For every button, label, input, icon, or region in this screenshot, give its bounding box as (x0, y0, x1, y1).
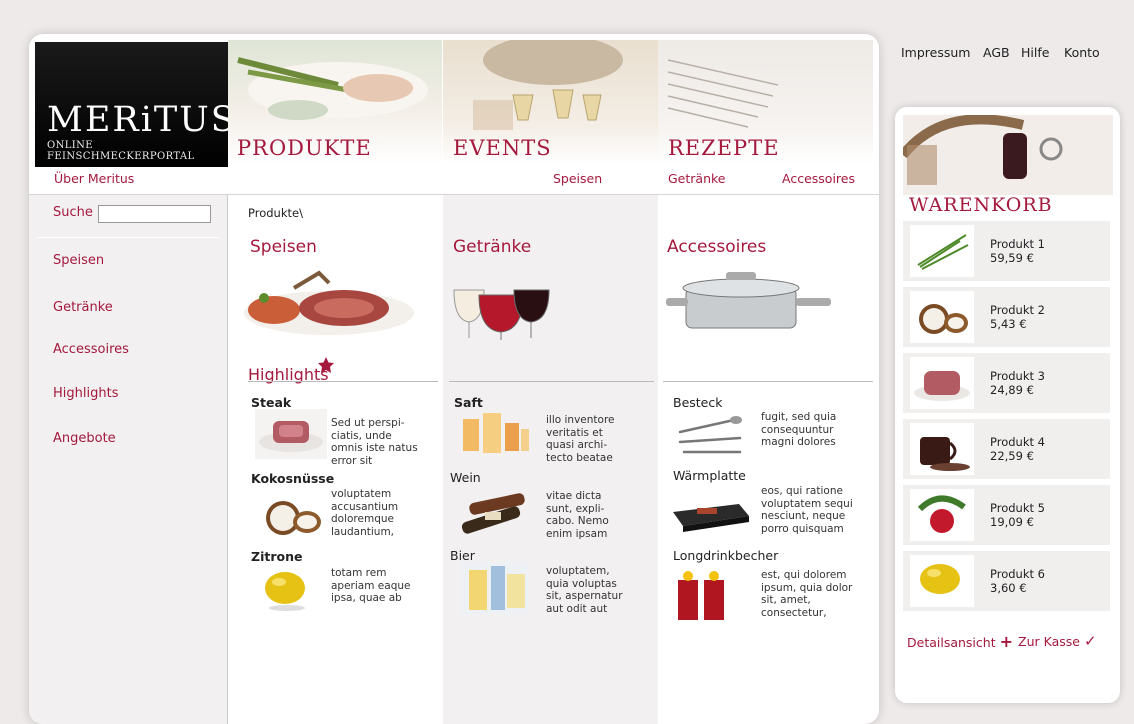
item-text-saft: illo inventore veritatis et quasi archi-te… (546, 414, 615, 464)
highlights-divider-2 (449, 381, 654, 382)
warming-plate-icon[interactable] (669, 486, 751, 536)
cart-item[interactable]: Produkt 1 59,59 € (903, 221, 1110, 281)
coconut-icon (910, 291, 974, 343)
subnav-speisen[interactable]: Speisen (553, 171, 602, 186)
sidebar-item-getraenke[interactable]: Getränke (53, 300, 113, 315)
plus-icon: + (999, 632, 1013, 651)
cart-item[interactable]: Produkt 2 5,43 € (903, 287, 1110, 347)
lemon-icon[interactable] (255, 564, 327, 614)
item-title-besteck[interactable]: Besteck (673, 395, 722, 410)
search-input[interactable] (98, 205, 211, 223)
cart-item-name: Produkt 2 (990, 303, 1045, 317)
coffee-icon (910, 423, 974, 475)
item-text-steak: Sed ut perspi-ciatis, unde omnis iste nat… (331, 417, 418, 467)
item-title-saft[interactable]: Saft (454, 395, 483, 410)
sidebar-divider-line (37, 237, 219, 238)
logo-title: MERiTUS (47, 100, 237, 140)
cart-item-price: 3,60 € (990, 581, 1027, 595)
item-text-kokosnuesse: voluptatem accusantium doloremque laudantiu… (331, 488, 399, 538)
category-title-getraenke[interactable]: Getränke (453, 237, 531, 257)
header-divider (29, 194, 879, 195)
sidebar-item-angebote[interactable]: Angebote (53, 431, 116, 446)
nav-events[interactable]: EVENTS (453, 136, 552, 160)
top-link-konto[interactable]: Konto (1064, 45, 1100, 60)
shopping-cart-panel: WARENKORB Produkt 1 59,59 € Produkt 2 5,… (895, 107, 1120, 703)
juice-icon[interactable] (459, 409, 531, 459)
search-label: Suche (53, 205, 93, 220)
item-text-bier: voluptatem, quia voluptas sit, aspernatur a… (546, 565, 623, 615)
cart-item[interactable]: Produkt 5 19,09 € (903, 485, 1110, 545)
steak-icon[interactable] (255, 409, 327, 459)
beer-icon[interactable] (461, 562, 529, 614)
subnav-accessoires[interactable]: Accessoires (782, 171, 855, 186)
item-title-zitrone[interactable]: Zitrone (251, 549, 302, 564)
item-text-longdrinkbecher: est, qui dolorem ipsum, quia dolor sit, am… (761, 569, 853, 619)
checkout-label: Zur Kasse (1018, 634, 1080, 649)
herbs-icon (910, 225, 974, 277)
cart-item-name: Produkt 6 (990, 567, 1045, 581)
item-text-besteck: fugit, sed quia consequuntur magni dolores (761, 411, 837, 448)
cart-item[interactable]: Produkt 3 24,89 € (903, 353, 1110, 413)
nav-rezepte[interactable]: REZEPTE (668, 136, 780, 160)
item-title-kokosnuesse[interactable]: Kokosnüsse (251, 471, 334, 486)
pot-image[interactable] (666, 268, 836, 338)
cart-item-price: 59,59 € (990, 251, 1034, 265)
sidebar-item-speisen[interactable]: Speisen (53, 253, 104, 268)
nav-produkte[interactable]: PRODUKTE (237, 136, 372, 160)
sidebar-divider (227, 194, 228, 724)
item-title-bier[interactable]: Bier (450, 548, 475, 563)
nav-ueber-meritus[interactable]: Über Meritus (54, 171, 134, 186)
logo-subtitle: ONLINE FEINSCHMECKERPORTAL (47, 140, 195, 162)
lemon-icon (910, 555, 974, 607)
highlights-divider-1 (248, 381, 438, 382)
top-link-agb[interactable]: AGB (983, 45, 1010, 60)
cart-header-image (903, 115, 1113, 195)
cart-item[interactable]: Produkt 4 22,59 € (903, 419, 1110, 479)
star-icon (318, 357, 334, 373)
main-frame: MERiTUS ONLINE FEINSCHMECKERPORTAL PRODU… (29, 34, 879, 724)
cart-item-price: 24,89 € (990, 383, 1034, 397)
cart-item-price: 19,09 € (990, 515, 1034, 529)
cart-item[interactable]: Produkt 6 3,60 € (903, 551, 1110, 611)
steak-plate-image[interactable] (234, 268, 414, 338)
sidebar-item-highlights[interactable]: Highlights (53, 386, 118, 401)
highlights-divider-3 (663, 381, 873, 382)
category-title-speisen[interactable]: Speisen (250, 237, 317, 257)
breadcrumb[interactable]: Produkte\ (248, 206, 303, 220)
cart-item-price: 5,43 € (990, 317, 1027, 331)
radish-icon (910, 489, 974, 541)
top-link-hilfe[interactable]: Hilfe (1021, 45, 1049, 60)
detail-view-label: Detailsansicht (907, 635, 996, 650)
cutlery-icon[interactable] (674, 412, 746, 460)
sidebar-item-accessoires[interactable]: Accessoires (53, 342, 129, 357)
coconut-icon[interactable] (255, 488, 327, 538)
cart-item-price: 22,59 € (990, 449, 1034, 463)
logo[interactable]: MERiTUS ONLINE FEINSCHMECKERPORTAL (35, 42, 235, 167)
item-title-steak[interactable]: Steak (251, 395, 291, 410)
top-link-impressum[interactable]: Impressum (901, 45, 970, 60)
detail-view-link[interactable]: Detailsansicht + (907, 632, 1013, 651)
item-text-waermplatte: eos, qui ratione voluptatem sequi nesciunt… (761, 485, 853, 535)
meat-icon (910, 357, 974, 409)
cart-item-name: Produkt 3 (990, 369, 1045, 383)
wine-glasses-image[interactable] (449, 270, 559, 340)
category-title-accessoires[interactable]: Accessoires (667, 237, 766, 257)
cart-title: WARENKORB (909, 194, 1053, 216)
item-title-waermplatte[interactable]: Wärmplatte (673, 468, 746, 483)
cart-item-name: Produkt 1 (990, 237, 1045, 251)
checkout-link[interactable]: Zur Kasse ✓ (1018, 632, 1097, 650)
item-title-wein[interactable]: Wein (450, 470, 481, 485)
subnav-getraenke[interactable]: Getränke (668, 171, 725, 186)
cart-item-name: Produkt 4 (990, 435, 1045, 449)
item-text-zitrone: totam rem aperiam eaque ipsa, quae ab (331, 567, 411, 604)
wine-icon[interactable] (459, 488, 531, 536)
cart-item-name: Produkt 5 (990, 501, 1045, 515)
item-title-longdrinkbecher[interactable]: Longdrinkbecher (673, 548, 778, 563)
checkmark-icon: ✓ (1083, 632, 1097, 650)
glasses-icon[interactable] (674, 566, 734, 622)
item-text-wein: vitae dicta sunt, expli-cabo. Nemo enim ip… (546, 490, 609, 540)
sidebar-background (29, 194, 227, 724)
